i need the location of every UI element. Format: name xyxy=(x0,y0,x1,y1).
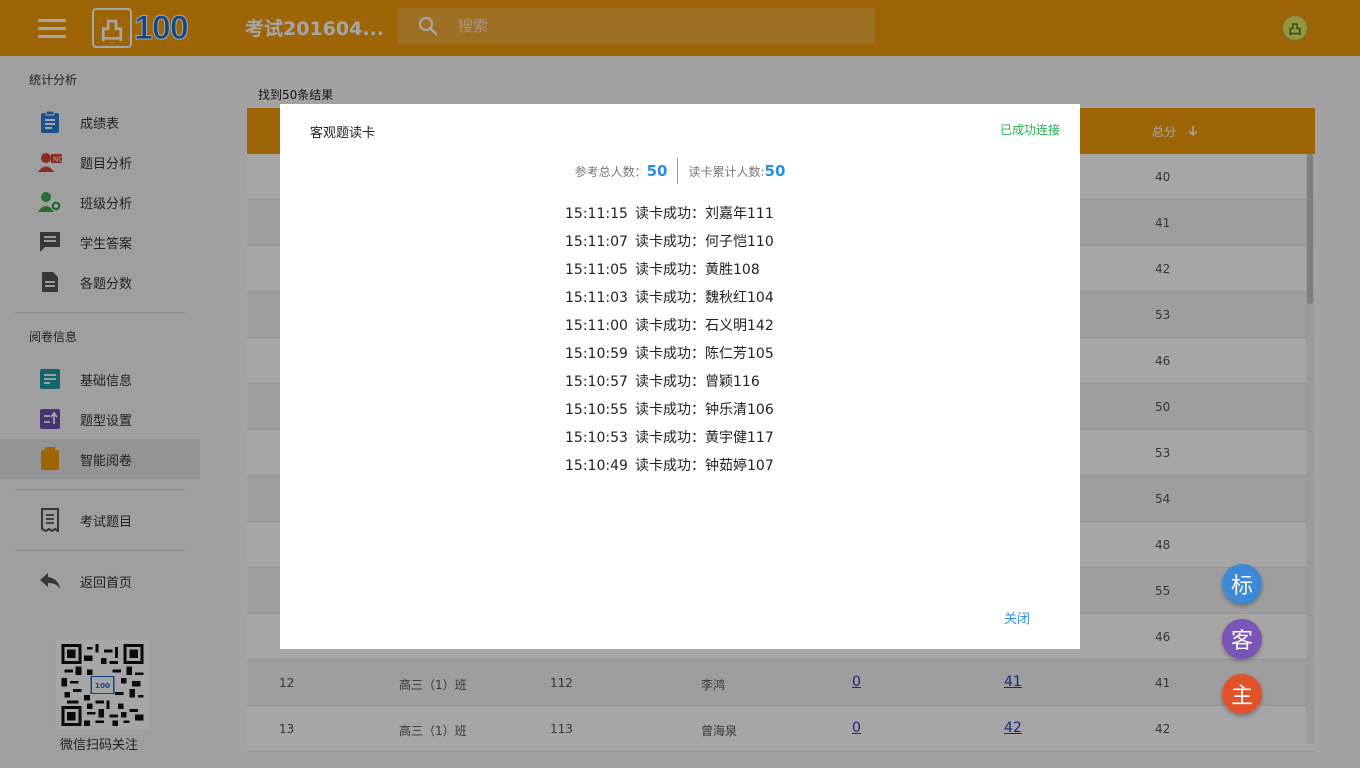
read-count-label: 读卡累计人数: xyxy=(688,164,765,179)
log-time: 15:10:55 xyxy=(565,402,628,418)
log-time: 15:10:49 xyxy=(565,458,628,474)
log-entry: 15:11:05 读卡成功：黄胜108 xyxy=(565,256,774,284)
dialog-title: 客观题读卡 xyxy=(310,126,376,141)
log-message: 读卡成功：黄胜108 xyxy=(635,262,760,278)
read-log: 15:11:15 读卡成功：刘嘉年111 15:11:07 读卡成功：何子恺110 15… xyxy=(565,200,774,480)
log-message: 读卡成功：魏秋红104 xyxy=(635,290,774,306)
log-entry: 15:10:59 读卡成功：陈仁芳105 xyxy=(565,340,774,368)
log-message: 读卡成功：刘嘉年111 xyxy=(635,206,774,222)
log-message: 读卡成功：陈仁芳105 xyxy=(635,346,774,362)
log-time: 15:11:07 xyxy=(565,234,628,250)
connection-status: 已成功连接 xyxy=(999,123,1060,137)
log-message: 读卡成功：黄宇健117 xyxy=(635,430,774,446)
log-entry: 15:11:03 读卡成功：魏秋红104 xyxy=(565,284,774,312)
card-reading-dialog: 客观题读卡 已成功连接 参考总人数： 50 读卡累计人数: 50 15:11:1… xyxy=(280,104,1080,649)
objective-fab-button[interactable]: 客 xyxy=(1222,619,1262,659)
reading-stats: 参考总人数： 50 读卡累计人数: 50 xyxy=(280,158,1080,184)
log-entry: 15:11:00 读卡成功：石义明142 xyxy=(565,312,774,340)
log-time: 15:11:15 xyxy=(565,206,628,222)
subjective-fab-button[interactable]: 主 xyxy=(1222,674,1262,714)
log-time: 15:10:59 xyxy=(565,346,628,362)
read-count-value: 50 xyxy=(764,162,786,180)
log-message: 读卡成功：钟茹婷107 xyxy=(635,458,774,474)
log-time: 15:11:05 xyxy=(565,262,628,278)
log-entry: 15:10:55 读卡成功：钟乐清106 xyxy=(565,396,774,424)
log-entry: 15:10:53 读卡成功：黄宇健117 xyxy=(565,424,774,452)
log-message: 读卡成功：曾颖116 xyxy=(635,374,760,390)
log-time: 15:10:53 xyxy=(565,430,628,446)
log-message: 读卡成功：何子恺110 xyxy=(635,234,774,250)
log-time: 15:11:00 xyxy=(565,318,628,334)
log-message: 读卡成功：钟乐清106 xyxy=(635,402,774,418)
log-entry: 15:11:07 读卡成功：何子恺110 xyxy=(565,228,774,256)
mark-fab-button[interactable]: 标 xyxy=(1222,564,1262,604)
log-message: 读卡成功：石义明142 xyxy=(635,318,774,334)
log-time: 15:11:03 xyxy=(565,290,628,306)
total-participants-label: 参考总人数： xyxy=(574,164,647,179)
total-participants-value: 50 xyxy=(646,162,668,180)
log-entry: 15:10:57 读卡成功：曾颖116 xyxy=(565,368,774,396)
stats-divider xyxy=(677,158,679,184)
log-entry: 15:11:15 读卡成功：刘嘉年111 xyxy=(565,200,774,228)
log-time: 15:10:57 xyxy=(565,374,628,390)
close-button[interactable]: 关闭 xyxy=(1004,608,1030,627)
log-entry: 15:10:49 读卡成功：钟茹婷107 xyxy=(565,452,774,480)
